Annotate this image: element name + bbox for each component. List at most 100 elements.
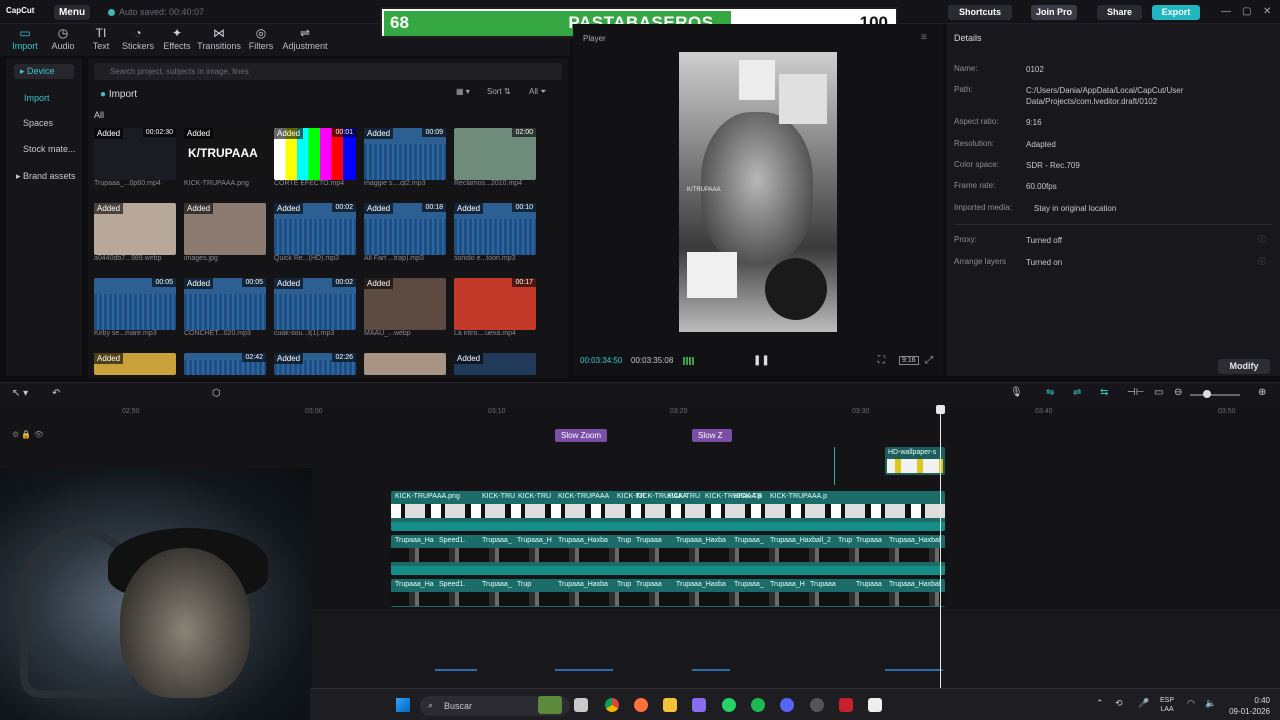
media-thumbnail[interactable]: Added 00:02:30	[94, 128, 176, 180]
media-item[interactable]: Added	[454, 353, 536, 375]
overlay-clip[interactable]: HD-wallpaper-s	[885, 447, 945, 475]
time-ruler[interactable]: 02:50 03:00 03:10 03:20 03:30 03:40 03:5…	[80, 405, 1280, 421]
volume-icon[interactable]: 🔈	[1205, 698, 1216, 709]
zoom-out-icon[interactable]: ⊖	[1174, 387, 1182, 398]
media-thumbnail[interactable]: Added 00:09	[364, 128, 446, 180]
audio-clip[interactable]	[885, 669, 943, 671]
media-item[interactable]: Added 00:02:30 Trupaaa_...0p60.mp4	[94, 128, 176, 187]
modify-button[interactable]: Modify	[1218, 359, 1270, 374]
media-item[interactable]: 00:05 Kirby se...mare.mp3	[94, 278, 176, 337]
tool-import[interactable]: ▭ Import	[10, 26, 40, 51]
screen-icon[interactable]: ▭	[1154, 387, 1163, 398]
media-thumbnail[interactable]: K/TRUPAAA Added	[184, 128, 266, 180]
media-item[interactable]: 02:42	[184, 353, 266, 375]
media-thumbnail[interactable]: Added 00:02	[274, 278, 356, 330]
link-icon[interactable]: ⇋	[1046, 387, 1054, 398]
media-thumbnail[interactable]: Added	[94, 353, 176, 375]
language-indicator[interactable]: ESP LAA	[1160, 696, 1174, 714]
pause-icon[interactable]: ❚❚	[753, 355, 770, 366]
media-item[interactable]: 00:17 La intro....ueva.mp4	[454, 278, 536, 337]
media-item[interactable]: Added images.jpg	[184, 203, 266, 262]
media-thumbnail[interactable]: 02:00	[454, 128, 536, 180]
effect-clip[interactable]: Slow Z	[692, 429, 732, 442]
nav-import[interactable]: Import	[24, 93, 50, 103]
shortcuts-button[interactable]: Shortcuts	[948, 5, 1012, 20]
zoom-slider[interactable]	[1190, 394, 1240, 396]
media-item[interactable]: K/TRUPAAA Added KICK-TRUPAAA.png	[184, 128, 266, 187]
ratio-button[interactable]: 9:16	[899, 356, 919, 365]
capcut-icon[interactable]	[868, 698, 882, 712]
windows-start-icon[interactable]	[396, 698, 410, 712]
preview-axis-icon[interactable]: ⇆	[1100, 387, 1108, 398]
media-thumbnail[interactable]: 00:17	[454, 278, 536, 330]
playhead-line[interactable]	[940, 407, 941, 689]
media-thumbnail[interactable]: Added	[364, 278, 446, 330]
nav-spaces[interactable]: Spaces	[23, 118, 53, 128]
media-thumbnail[interactable]: Added	[94, 203, 176, 255]
media-thumbnail[interactable]: Added 00:02	[274, 203, 356, 255]
clock[interactable]: 0:40 09-01-2026	[1229, 695, 1270, 717]
app-icon[interactable]	[839, 698, 853, 712]
tool-text[interactable]: TI Text	[88, 26, 114, 51]
microphone-icon[interactable]: 🎙	[1010, 387, 1023, 398]
media-thumbnail[interactable]: Added 02:26	[274, 353, 356, 375]
track-controls-icon[interactable]: ⚙ 🔒 👁	[12, 430, 44, 439]
tray-mic-icon[interactable]: 🎤	[1138, 698, 1149, 709]
media-item[interactable]: Added 00:18 All Fart ...trap).mp3	[364, 203, 446, 262]
media-thumbnail[interactable]: Added 00:05	[184, 278, 266, 330]
media-thumbnail[interactable]: Added 00:10	[454, 203, 536, 255]
nav-brand-assets[interactable]: ▸ Brand assets	[16, 171, 76, 182]
media-item[interactable]: Added MAAU_...webp	[364, 278, 446, 337]
marker-icon[interactable]: ⬡	[212, 388, 221, 399]
media-item[interactable]: Added 00:02 cuak-sou...t(1).mp3	[274, 278, 356, 337]
info-icon[interactable]: ⓘ	[1258, 234, 1266, 245]
tool-audio[interactable]: ◷ Audio	[48, 26, 78, 51]
media-thumbnail[interactable]: 00:05	[94, 278, 176, 330]
obs-icon[interactable]	[810, 698, 824, 712]
info-icon[interactable]: ⓘ	[1258, 256, 1266, 267]
media-item[interactable]: Added	[94, 353, 176, 375]
task-view-icon[interactable]	[574, 698, 588, 712]
fullscreen-icon[interactable]: ⤢	[925, 355, 933, 366]
media-item[interactable]	[364, 353, 446, 375]
tool-effects[interactable]: ✦ Effects	[161, 26, 193, 51]
media-item[interactable]: 02:00 Reclamos...2010.mp4	[454, 128, 536, 187]
media-item[interactable]: Added 00:02 Quick Re...(HD).mp3	[274, 203, 356, 262]
playhead-handle[interactable]	[936, 405, 945, 414]
tray-app-icon[interactable]: ⟲	[1115, 698, 1123, 709]
video-preview[interactable]: K/TRUPAAA	[679, 52, 837, 332]
zoom-in-icon[interactable]: ⊕	[1258, 387, 1266, 398]
tool-transitions[interactable]: ⋈ Transitions	[197, 26, 241, 51]
filter-button[interactable]: All ⏷	[529, 87, 547, 97]
media-item[interactable]: Added a0440db7...989.webp	[94, 203, 176, 262]
split-icon[interactable]: ⊣⊢	[1127, 387, 1144, 398]
file-explorer-icon[interactable]	[663, 698, 677, 712]
media-item[interactable]: Added 00:01 CORTE EFECTO.mp4	[274, 128, 356, 187]
menu-button[interactable]: Menu	[54, 5, 90, 20]
media-thumbnail[interactable]	[364, 353, 446, 375]
media-item[interactable]: Added 00:10 sonido e...toon.mp3	[454, 203, 536, 262]
join-pro-button[interactable]: Join Pro	[1031, 5, 1077, 20]
spotify-icon[interactable]	[751, 698, 765, 712]
close-icon[interactable]: ✕	[1263, 6, 1271, 17]
fit-icon[interactable]: ⛶	[878, 355, 885, 366]
sort-button[interactable]: Sort ⇅	[487, 87, 511, 96]
media-item[interactable]: Added 02:26	[274, 353, 356, 375]
media-search-input[interactable]: Search project, subjects in image, lines	[94, 63, 562, 80]
media-thumbnail[interactable]: Added 00:01	[274, 128, 356, 180]
zoom-slider-handle[interactable]	[1203, 390, 1211, 398]
media-item[interactable]: Added 00:05 CONCHET...020.mp3	[184, 278, 266, 337]
tray-chevron-icon[interactable]: ⌃	[1096, 698, 1104, 709]
view-grid-icon[interactable]: ▦ ▾	[456, 87, 470, 96]
snap-icon[interactable]: ⇌	[1073, 387, 1081, 398]
minimize-icon[interactable]: —	[1221, 6, 1231, 17]
maximize-icon[interactable]: ▢	[1242, 6, 1251, 17]
effect-clip[interactable]: Slow Zoom	[555, 429, 608, 442]
import-header[interactable]: ● Import	[100, 89, 137, 100]
wifi-icon[interactable]: ◠	[1187, 698, 1195, 709]
audio-track-area[interactable]	[312, 609, 1280, 689]
tool-adjustment[interactable]: ⇌ Adjustment	[281, 26, 329, 51]
firefox-icon[interactable]	[634, 698, 648, 712]
widget-icon[interactable]	[538, 696, 562, 714]
audio-clip[interactable]	[555, 669, 613, 671]
